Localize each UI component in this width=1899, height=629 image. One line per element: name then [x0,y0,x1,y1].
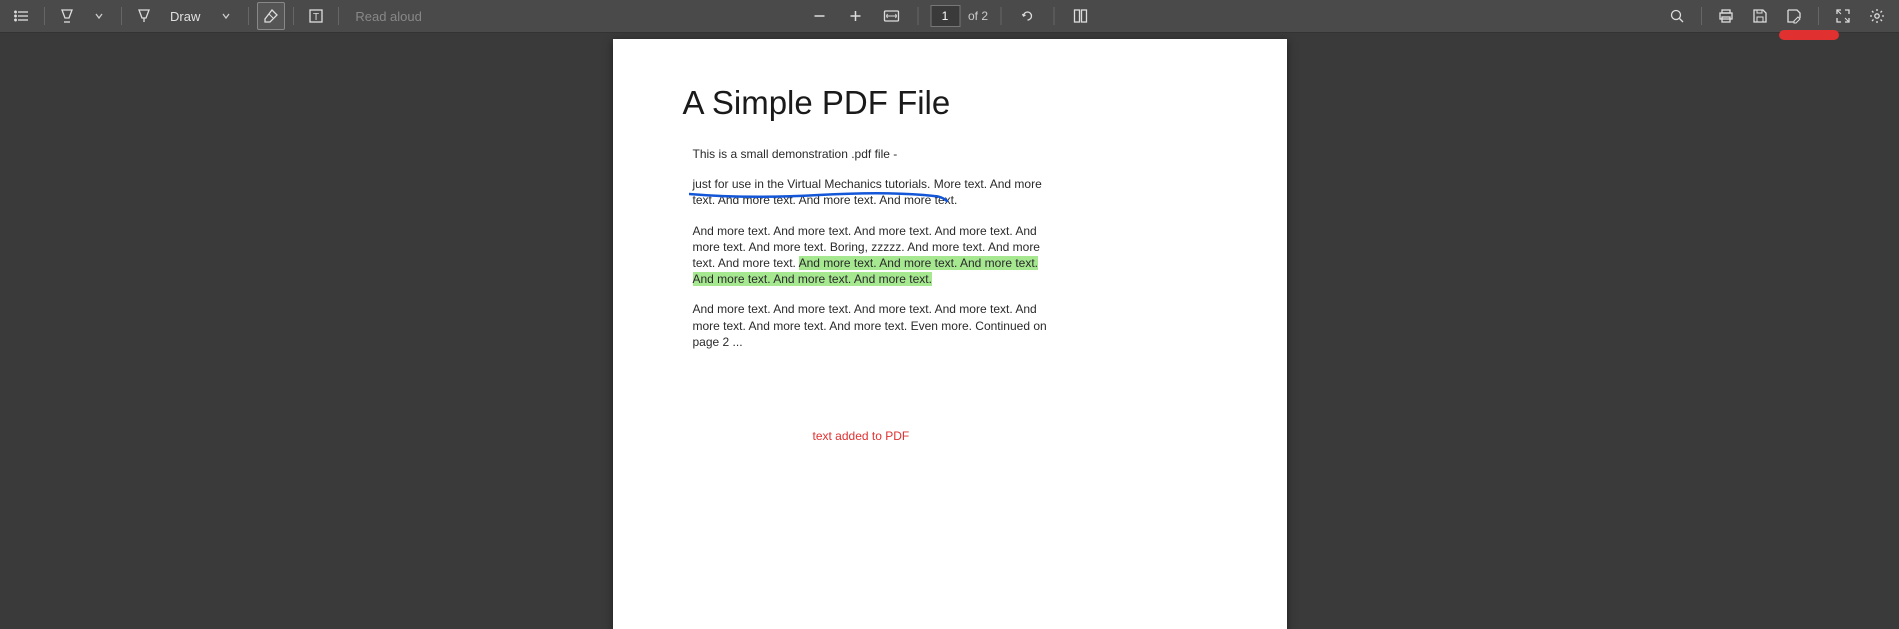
toolbar-center: of 2 [805,2,1094,30]
separator [44,7,45,25]
contents-icon[interactable] [8,2,36,30]
toolbar-right [1663,2,1899,30]
separator [338,7,339,25]
fit-width-icon[interactable] [877,2,905,30]
page-number-input[interactable] [930,5,960,27]
separator [248,7,249,25]
paragraph-3: And more text. And more text. And more t… [683,223,1048,288]
pdf-content-area[interactable]: A Simple PDF File This is a small demons… [0,33,1899,629]
separator [293,7,294,25]
zoom-in-icon[interactable] [841,2,869,30]
print-icon[interactable] [1712,2,1740,30]
separator [917,7,918,25]
rotate-icon[interactable] [1013,2,1041,30]
toolbar-left: Draw T Read aloud [0,2,422,30]
separator [1818,7,1819,25]
draw-pen-icon[interactable] [130,2,158,30]
paragraph-4: And more text. And more text. And more t… [683,301,1048,350]
separator [121,7,122,25]
para2-text-b: And more text. And more text. And more t… [718,193,957,207]
document-title: A Simple PDF File [683,84,1217,122]
save-icon[interactable] [1746,2,1774,30]
add-text-icon[interactable]: T [302,2,330,30]
page-total-label: of 2 [968,9,988,23]
paragraph-2: just for use in the Virtual Mechanics tu… [683,176,1048,208]
svg-text:T: T [313,12,319,23]
pdf-page-1: A Simple PDF File This is a small demons… [613,39,1287,629]
highlight-icon[interactable] [53,2,81,30]
draw-button[interactable]: Draw [162,9,208,24]
read-aloud-button[interactable]: Read aloud [347,9,422,24]
fullscreen-icon[interactable] [1829,2,1857,30]
paragraph-1: This is a small demonstration .pdf file … [683,146,1048,162]
draw-chevron-icon[interactable] [212,2,240,30]
page-view-icon[interactable] [1066,2,1094,30]
highlight-chevron-icon[interactable] [85,2,113,30]
separator [1701,7,1702,25]
save-edit-icon[interactable] [1780,2,1808,30]
erase-icon[interactable] [257,2,285,30]
search-icon[interactable] [1663,2,1691,30]
added-text-annotation[interactable]: text added to PDF [813,429,910,443]
separator [1053,7,1054,25]
red-annotation-mark [1779,30,1839,40]
pdf-toolbar: Draw T Read aloud of 2 [0,0,1899,33]
settings-icon[interactable] [1863,2,1891,30]
separator [1000,7,1001,25]
zoom-out-icon[interactable] [805,2,833,30]
